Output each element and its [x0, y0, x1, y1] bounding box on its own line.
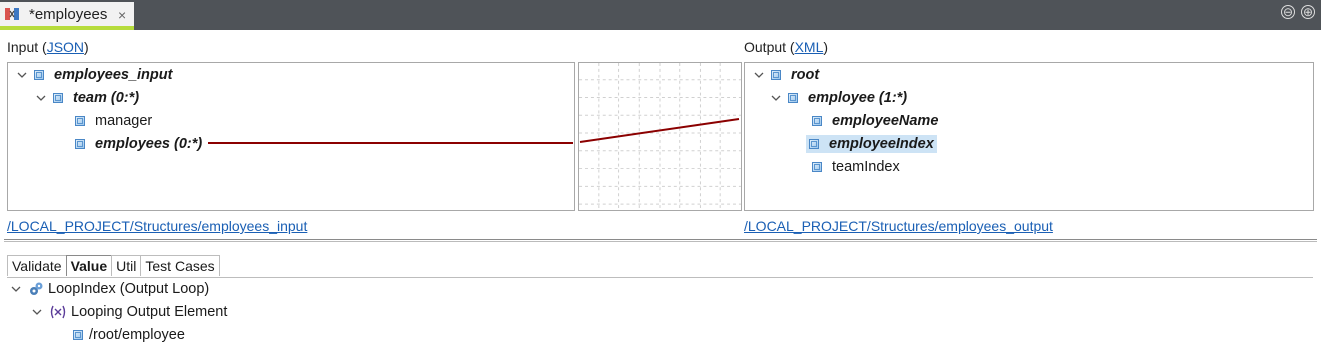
tree-node-manager[interactable]: manager: [75, 113, 152, 129]
input-tree[interactable]: employees_input team (0:*) manager emplo…: [7, 62, 575, 211]
tree-node-employee-name[interactable]: employeeName: [812, 113, 938, 129]
properties-tabs: Validate Value Util Test Cases: [7, 255, 220, 277]
tree-node-employees-input[interactable]: employees_input: [16, 67, 172, 83]
tree-node-root[interactable]: root: [753, 67, 819, 83]
tree-node-employee-index[interactable]: employeeIndex: [806, 135, 937, 153]
prop-node-label: /root/employee: [89, 327, 185, 343]
tree-node-label: employees (0:*): [95, 136, 203, 152]
output-tree[interactable]: root employee (1:*) employeeName employe…: [744, 62, 1314, 211]
panel-splitter[interactable]: [4, 239, 1317, 242]
element-icon: [812, 116, 822, 126]
tab-baseline: [7, 277, 1313, 278]
gears-icon: [30, 282, 43, 295]
element-icon: [788, 93, 798, 103]
tab-title[interactable]: *employees: [29, 6, 107, 23]
tree-node-employee[interactable]: employee (1:*): [770, 90, 907, 106]
input-label-prefix: Input (: [7, 39, 47, 55]
prop-node-label: LoopIndex (Output Loop): [48, 281, 210, 297]
input-label: Input (JSON): [7, 39, 89, 55]
tab-test-cases[interactable]: Test Cases: [140, 255, 220, 276]
tree-node-label: employeeIndex: [829, 136, 934, 152]
variable-icon: [50, 305, 66, 319]
chevron-down-icon[interactable]: [753, 69, 765, 81]
close-icon[interactable]: ×: [118, 7, 126, 23]
prop-node-label: Looping Output Element: [71, 304, 228, 320]
data-mapper-icon: [5, 8, 19, 20]
element-icon: [53, 93, 63, 103]
tree-node-label: team (0:*): [73, 90, 140, 106]
tree-node-employees[interactable]: employees (0:*): [75, 136, 202, 152]
element-link-icon: [73, 330, 83, 340]
prop-node-loop-index[interactable]: LoopIndex (Output Loop): [10, 281, 209, 297]
tree-node-team-index[interactable]: teamIndex: [812, 159, 900, 175]
output-label-prefix: Output (: [744, 39, 795, 55]
chevron-down-icon[interactable]: [16, 69, 28, 81]
mapping-canvas[interactable]: [578, 62, 742, 211]
tree-node-team[interactable]: team (0:*): [35, 90, 139, 106]
tab-validate[interactable]: Validate: [7, 255, 67, 276]
element-icon: [75, 116, 85, 126]
output-label-suffix: ): [823, 39, 829, 55]
element-icon: [812, 162, 822, 172]
tab-value[interactable]: Value: [65, 255, 113, 276]
chevron-down-icon[interactable]: [31, 306, 43, 318]
tree-node-label: employee (1:*): [808, 90, 908, 106]
tree-node-label: root: [791, 67, 820, 83]
element-icon: [809, 139, 819, 149]
chevron-down-icon[interactable]: [35, 92, 47, 104]
element-icon: [34, 70, 44, 80]
output-label: Output (XML): [744, 39, 828, 55]
tab-util[interactable]: Util: [111, 255, 142, 276]
tree-node-label: employeeName: [832, 113, 939, 129]
element-icon: [75, 139, 85, 149]
prop-node-root-employee[interactable]: /root/employee: [73, 327, 185, 343]
element-icon: [771, 70, 781, 80]
editor-tab-bar: [0, 0, 1321, 30]
input-structure-path-link[interactable]: /LOCAL_PROJECT/Structures/employees_inpu…: [7, 218, 307, 234]
minimize-icon[interactable]: ⊖: [1281, 5, 1295, 19]
output-format-link[interactable]: XML: [795, 39, 824, 55]
tree-node-label: employees_input: [54, 67, 173, 83]
input-label-suffix: ): [84, 39, 89, 55]
tab-active-indicator: [0, 26, 134, 30]
chevron-down-icon[interactable]: [770, 92, 782, 104]
output-structure-path-link[interactable]: /LOCAL_PROJECT/Structures/employees_outp…: [744, 218, 1053, 234]
input-format-link[interactable]: JSON: [47, 39, 84, 55]
tree-node-label: manager: [95, 113, 153, 129]
prop-node-looping-output[interactable]: Looping Output Element: [31, 304, 227, 320]
maximize-icon[interactable]: ⊕: [1301, 5, 1315, 19]
chevron-down-icon[interactable]: [10, 283, 22, 295]
tree-node-label: teamIndex: [832, 159, 900, 175]
